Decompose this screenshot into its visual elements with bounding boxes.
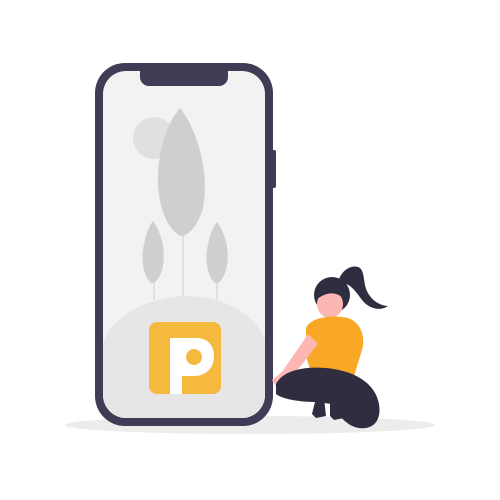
phone-notch xyxy=(140,63,228,86)
illustration-canvas xyxy=(65,63,435,434)
person-icon xyxy=(272,266,388,429)
app-logo-icon xyxy=(149,322,221,394)
illustration-scene xyxy=(0,0,500,500)
